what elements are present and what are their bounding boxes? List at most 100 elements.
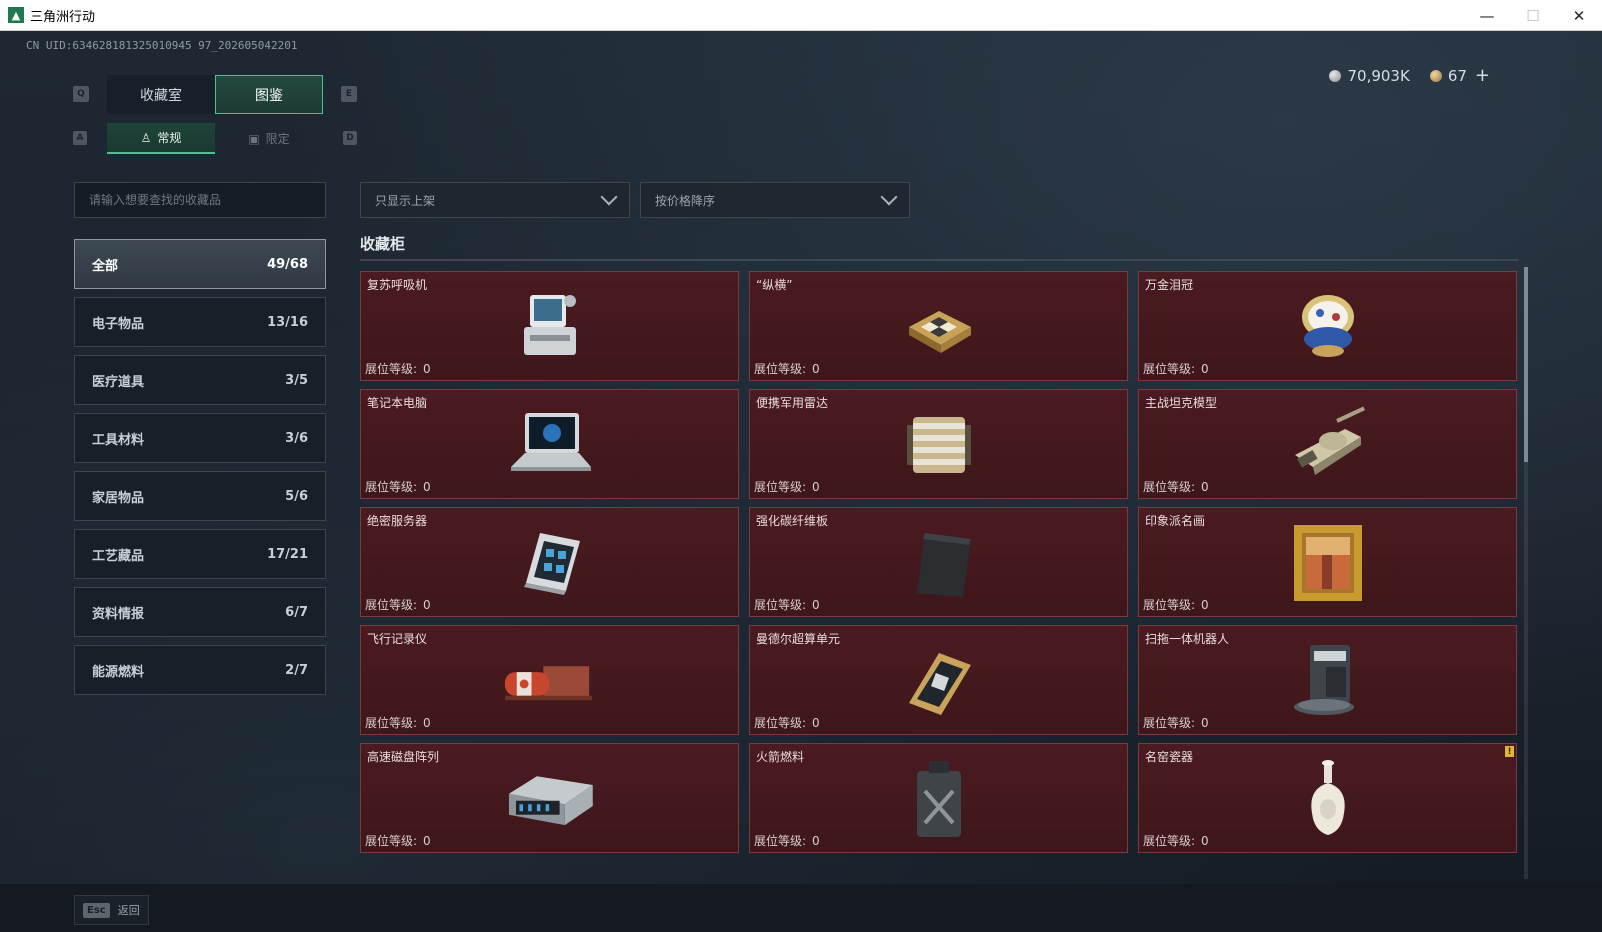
sub-tabs: ♙ 常规 ▣ 限定 <box>107 123 323 154</box>
close-icon[interactable]: ✕ <box>1556 0 1602 31</box>
silver-amount: 70,903K <box>1347 66 1410 85</box>
collectible-card[interactable]: 主战坦克模型 展位等级: 0 <box>1138 389 1517 499</box>
level-value: 0 <box>1201 362 1209 376</box>
ventilator-icon <box>502 284 598 370</box>
chevron-down-icon <box>600 188 618 206</box>
minimize-icon[interactable]: — <box>1464 0 1510 31</box>
display-level: 展位等级: 0 <box>754 360 820 377</box>
category-label: 工具材料 <box>92 432 145 448</box>
collectible-card[interactable]: 便携军用雷达 展位等级: 0 <box>749 389 1128 499</box>
cabinet-scrollbar[interactable] <box>1524 267 1528 879</box>
category-count: 3/5 <box>285 372 308 388</box>
back-button[interactable]: Esc 返回 <box>74 895 149 925</box>
item-name: 火箭燃料 <box>756 750 805 764</box>
sort-value: 按价格降序 <box>655 193 716 208</box>
collectible-card[interactable]: 飞行记录仪 展位等级: 0 <box>360 625 739 735</box>
tab-collection-room[interactable]: 收藏室 <box>107 75 215 114</box>
level-value: 0 <box>812 598 820 612</box>
collectible-card[interactable]: 笔记本电脑 展位等级: 0 <box>360 389 739 499</box>
level-value: 0 <box>812 480 820 494</box>
disk-array-icon <box>502 756 598 842</box>
display-level: 展位等级: 0 <box>365 360 431 377</box>
sort-dropdown[interactable]: 按价格降序 <box>640 182 910 218</box>
category-label: 全部 <box>92 258 119 274</box>
category-label: 工艺藏品 <box>92 548 145 564</box>
shelf-filter-dropdown[interactable]: 只显示上架 <box>360 182 630 218</box>
shelf-filter-value: 只显示上架 <box>375 193 436 208</box>
laptop-icon <box>502 402 598 488</box>
level-value: 0 <box>423 716 431 730</box>
display-level: 展位等级: 0 <box>1143 360 1209 377</box>
search-input[interactable] <box>89 193 325 207</box>
collectible-card[interactable]: 高速磁盘阵列 展位等级: 0 <box>360 743 739 853</box>
collectible-card[interactable]: 复苏呼吸机 展位等级: 0 <box>360 271 739 381</box>
collectible-card[interactable]: 万金泪冠 展位等级: 0 <box>1138 271 1517 381</box>
item-name: 名窑瓷器 <box>1145 750 1194 764</box>
item-name: 扫拖一体机器人 <box>1145 632 1230 646</box>
category-household[interactable]: 家居物品 5/6 <box>74 471 326 521</box>
uid-label: CN UID:634628181325010945 97_20260504220… <box>26 39 298 52</box>
category-count: 13/16 <box>267 314 308 330</box>
category-crafts[interactable]: 工艺藏品 17/21 <box>74 529 326 579</box>
display-level: 展位等级: 0 <box>1143 478 1209 495</box>
add-currency-icon[interactable]: + <box>1475 65 1490 86</box>
level-label: 展位等级: <box>365 716 418 730</box>
category-label: 资料情报 <box>92 606 145 622</box>
tab-catalog[interactable]: 图鉴 <box>215 75 323 114</box>
collectible-card[interactable]: 印象派名画 展位等级: 0 <box>1138 507 1517 617</box>
collectible-card[interactable]: 强化碳纤维板 展位等级: 0 <box>749 507 1128 617</box>
level-label: 展位等级: <box>754 480 807 494</box>
silver-currency: 70,903K <box>1329 66 1410 85</box>
category-count: 49/68 <box>267 256 308 272</box>
category-count: 2/7 <box>285 662 308 678</box>
display-level: 展位等级: 0 <box>1143 714 1209 731</box>
key-hint-e: E <box>341 86 357 102</box>
tab-limited[interactable]: ▣ 限定 <box>215 123 323 154</box>
category-list: 全部 49/68 电子物品 13/16 医疗道具 3/5 工具材料 3/6 家居物品 5/… <box>74 239 326 703</box>
item-name: 绝密服务器 <box>367 514 428 528</box>
level-label: 展位等级: <box>365 362 418 376</box>
scrollbar-thumb[interactable] <box>1524 267 1528 462</box>
category-label: 能源燃料 <box>92 664 145 680</box>
display-level: 展位等级: 0 <box>365 832 431 849</box>
level-label: 展位等级: <box>365 480 418 494</box>
category-medical[interactable]: 医疗道具 3/5 <box>74 355 326 405</box>
collectible-card[interactable]: 曼德尔超算单元 展位等级: 0 <box>749 625 1128 735</box>
level-label: 展位等级: <box>1143 362 1196 376</box>
category-all[interactable]: 全部 49/68 <box>74 239 326 289</box>
category-count: 5/6 <box>285 488 308 504</box>
maximize-icon[interactable]: ☐ <box>1510 0 1556 31</box>
level-value: 0 <box>423 362 431 376</box>
level-label: 展位等级: <box>754 362 807 376</box>
cabinet-grid: 复苏呼吸机 展位等级: 0 “纵横” 展位等级: 0 万金泪冠 展位等级: 0 <box>360 271 1518 853</box>
level-label: 展位等级: <box>754 716 807 730</box>
category-electronics[interactable]: 电子物品 13/16 <box>74 297 326 347</box>
category-intel[interactable]: 资料情报 6/7 <box>74 587 326 637</box>
collectible-card[interactable]: “纵横” 展位等级: 0 <box>749 271 1128 381</box>
collectible-card[interactable]: ! 名窑瓷器 展位等级: 0 <box>1138 743 1517 853</box>
collectible-card[interactable]: 火箭燃料 展位等级: 0 <box>749 743 1128 853</box>
back-label: 返回 <box>117 904 140 917</box>
chessboard-icon <box>891 284 987 370</box>
silver-coin-icon <box>1329 69 1342 82</box>
frame-icon: ▣ <box>248 131 260 146</box>
level-label: 展位等级: <box>365 598 418 612</box>
display-level: 展位等级: 0 <box>754 714 820 731</box>
divider <box>360 259 1518 261</box>
item-name: 曼德尔超算单元 <box>756 632 841 646</box>
window-titlebar: ▲ 三角洲行动 — ☐ ✕ <box>0 0 1602 31</box>
category-fuel[interactable]: 能源燃料 2/7 <box>74 645 326 695</box>
collectible-card[interactable]: 绝密服务器 展位等级: 0 <box>360 507 739 617</box>
figure-icon: ♙ <box>140 130 152 145</box>
category-tools[interactable]: 工具材料 3/6 <box>74 413 326 463</box>
display-level: 展位等级: 0 <box>365 478 431 495</box>
level-label: 展位等级: <box>1143 598 1196 612</box>
level-label: 展位等级: <box>754 598 807 612</box>
currency-bar: 70,903K 67 + <box>1329 65 1490 86</box>
tab-regular[interactable]: ♙ 常规 <box>107 123 215 154</box>
search-box[interactable] <box>74 182 326 218</box>
item-name: “纵横” <box>756 278 793 292</box>
collectible-card[interactable]: 扫拖一体机器人 展位等级: 0 <box>1138 625 1517 735</box>
level-value: 0 <box>423 834 431 848</box>
esc-key-hint: Esc <box>83 902 110 918</box>
